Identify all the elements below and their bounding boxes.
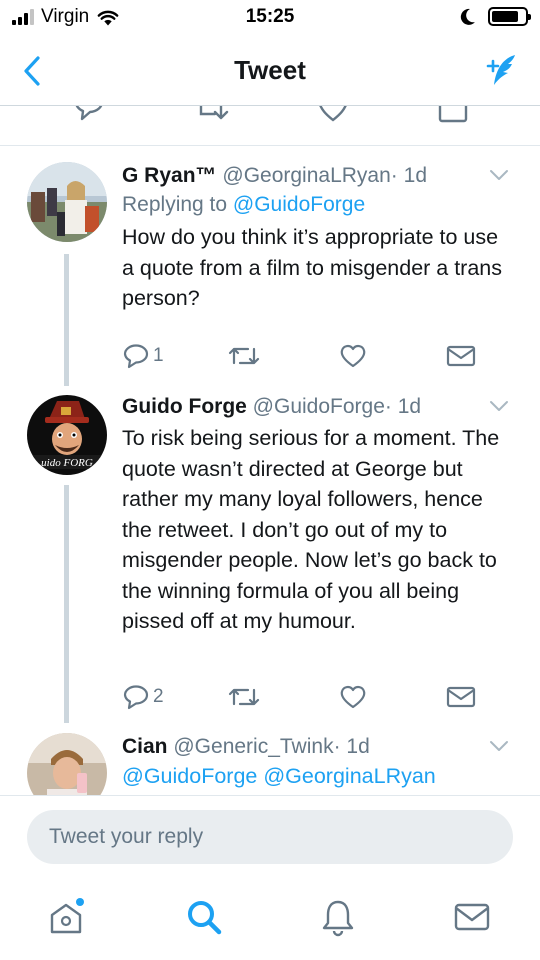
tab-bar [0,875,540,960]
thread-line [64,485,69,723]
chevron-down-icon[interactable] [488,739,510,753]
tweet-body: Cian @Generic_Twink· 1d @GuidoForge @Geo… [122,733,520,791]
reply-composer-bar: Tweet your reply [0,795,540,875]
status-right [460,7,531,26]
chevron-down-icon[interactable] [488,399,510,413]
tweet-cian[interactable]: Cian @Generic_Twink· 1d @GuidoForge @Geo… [0,733,540,795]
separator: · [384,395,392,418]
thread-line [64,254,69,386]
envelope-icon [446,686,476,708]
search-icon[interactable] [184,897,224,937]
username[interactable]: @Generic_Twink [173,735,333,758]
retweet-icon[interactable] [193,106,233,126]
display-name[interactable]: G Ryan™ [122,164,217,187]
replying-to-label: Replying to [122,193,228,216]
like-icon[interactable] [316,106,350,126]
previous-tweet-actions [0,106,540,146]
nav-bar: Tweet [0,36,540,106]
battery-icon [488,7,531,26]
tweet-actions: 2 [122,681,482,713]
tweet-body: G Ryan™ @GeorginaLRyan· 1d Replying to @… [122,162,520,369]
avatar[interactable]: uido FORG [27,395,107,475]
reply-button[interactable]: 2 [122,681,164,713]
compose-tweet-icon[interactable] [482,52,518,88]
retweet-icon [228,688,260,706]
reply-count: 2 [153,686,164,707]
separator: · [333,735,341,758]
tweet-header: Cian @Generic_Twink· 1d [122,733,520,761]
tweet-header: Guido Forge @GuidoForge· 1d [122,393,520,421]
display-name[interactable]: Guido Forge [122,395,247,418]
heart-icon [340,685,366,709]
page-title: Tweet [234,55,306,85]
timestamp[interactable]: 1d [346,735,369,758]
tweet-text: How do you think it’s appropriate to use… [122,225,503,310]
tweet-body: Guido Forge @GuidoForge· 1d To risk bein… [122,393,520,710]
envelope-icon [446,345,476,367]
avatar[interactable] [27,733,107,795]
reply-input[interactable]: Tweet your reply [27,810,513,864]
tweet-text: To risk being serious for a moment. The … [122,426,500,633]
avatar-logo-text: uido FORG [41,457,93,469]
message-button[interactable] [446,340,476,372]
mention-link[interactable]: @GuidoForge [233,193,365,216]
display-name[interactable]: Cian [122,735,168,758]
username[interactable]: @GeorginaLRyan [222,164,390,187]
avatar[interactable] [27,162,107,242]
tweet-guido[interactable]: uido FORG Guido Forge @GuidoForge· 1d To… [0,393,540,733]
mention-links[interactable]: @GuidoForge @GeorginaLRyan [122,761,520,791]
tweet-header: G Ryan™ @GeorginaLRyan· 1d [122,162,520,190]
notifications-icon[interactable] [318,897,358,937]
tweet-georgina[interactable]: G Ryan™ @GeorginaLRyan· 1d Replying to @… [0,162,540,392]
replying-to: Replying to @GuidoForge [122,190,520,220]
heart-icon [340,344,366,368]
reply-icon [123,685,149,710]
messages-icon[interactable] [452,897,492,937]
like-button[interactable] [339,340,367,372]
retweet-button[interactable] [228,340,260,372]
tweet-actions: 1 [122,340,482,372]
reply-button[interactable]: 1 [122,340,164,372]
status-bar: Virgin 15:25 [0,0,540,36]
timestamp[interactable]: 1d [398,395,421,418]
home-icon[interactable] [46,897,86,937]
reply-placeholder: Tweet your reply [49,825,204,848]
like-button[interactable] [339,681,367,713]
reply-icon [123,344,149,369]
reply-icon[interactable] [72,106,106,124]
timestamp[interactable]: 1d [404,164,427,187]
do-not-disturb-moon-icon [460,8,475,25]
reply-count: 1 [153,345,164,366]
status-time: 15:25 [245,6,295,27]
chevron-down-icon[interactable] [488,168,510,182]
retweet-button[interactable] [228,681,260,713]
message-button[interactable] [446,681,476,713]
retweet-icon [228,347,260,365]
username[interactable]: @GuidoForge [253,395,385,418]
separator: · [390,164,398,187]
share-icon[interactable] [437,106,469,124]
